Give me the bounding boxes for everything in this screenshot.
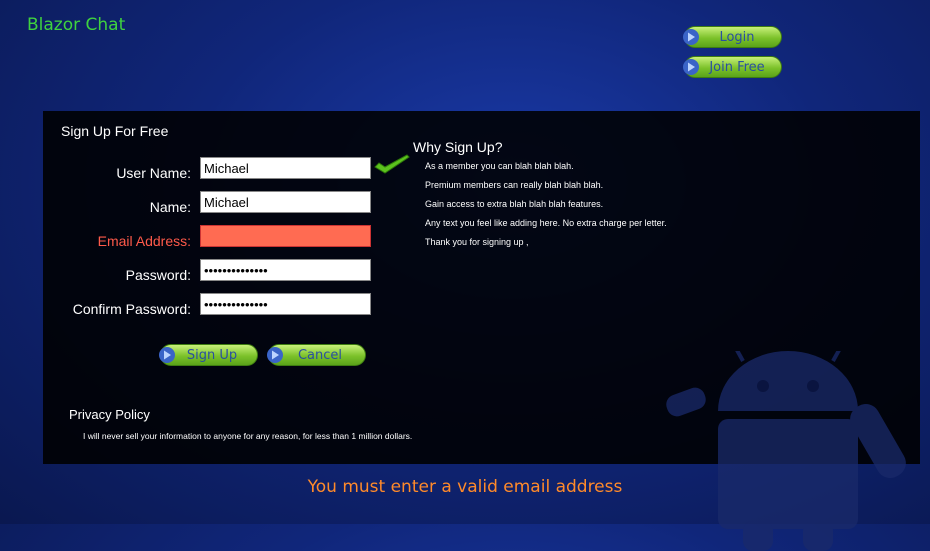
arrow-right-icon bbox=[683, 59, 699, 75]
cancel-button[interactable]: Cancel bbox=[267, 344, 366, 366]
login-label: Login bbox=[719, 29, 755, 45]
why-line: Premium members can really blah blah bla… bbox=[425, 180, 604, 190]
username-input[interactable] bbox=[200, 157, 371, 179]
arrow-right-icon bbox=[159, 347, 175, 363]
android-logo bbox=[666, 351, 906, 551]
arrow-right-icon bbox=[267, 347, 283, 363]
username-label: User Name: bbox=[116, 165, 191, 181]
password-input[interactable] bbox=[200, 259, 371, 281]
why-title: Why Sign Up? bbox=[413, 139, 503, 155]
join-free-label: Join Free bbox=[709, 59, 765, 75]
checkmark-icon bbox=[374, 154, 410, 174]
form-title: Sign Up For Free bbox=[61, 123, 169, 139]
validation-error-message: You must enter a valid email address bbox=[307, 477, 623, 497]
sign-up-label: Sign Up bbox=[186, 347, 238, 363]
password-label: Password: bbox=[125, 267, 191, 283]
email-input[interactable] bbox=[200, 225, 371, 247]
login-button[interactable]: Login bbox=[683, 26, 782, 48]
privacy-text: I will never sell your information to an… bbox=[83, 431, 413, 441]
email-label: Email Address: bbox=[97, 233, 191, 249]
app-title: Blazor Chat bbox=[27, 15, 126, 35]
cancel-label: Cancel bbox=[297, 347, 343, 363]
arrow-right-icon bbox=[683, 29, 699, 45]
name-label: Name: bbox=[149, 199, 191, 215]
why-line: As a member you can blah blah blah. bbox=[425, 161, 574, 171]
join-free-button[interactable]: Join Free bbox=[683, 56, 782, 78]
privacy-title: Privacy Policy bbox=[69, 407, 150, 422]
why-line: Any text you feel like adding here. No e… bbox=[425, 218, 667, 228]
confirm-password-label: Confirm Password: bbox=[72, 301, 191, 317]
sign-up-button[interactable]: Sign Up bbox=[159, 344, 258, 366]
name-input[interactable] bbox=[200, 191, 371, 213]
confirm-password-input[interactable] bbox=[200, 293, 371, 315]
why-line: Gain access to extra blah blah blah feat… bbox=[425, 199, 604, 209]
why-line: Thank you for signing up , bbox=[425, 237, 529, 247]
signup-panel: Sign Up For Free User Name: Name: Email … bbox=[43, 111, 920, 551]
